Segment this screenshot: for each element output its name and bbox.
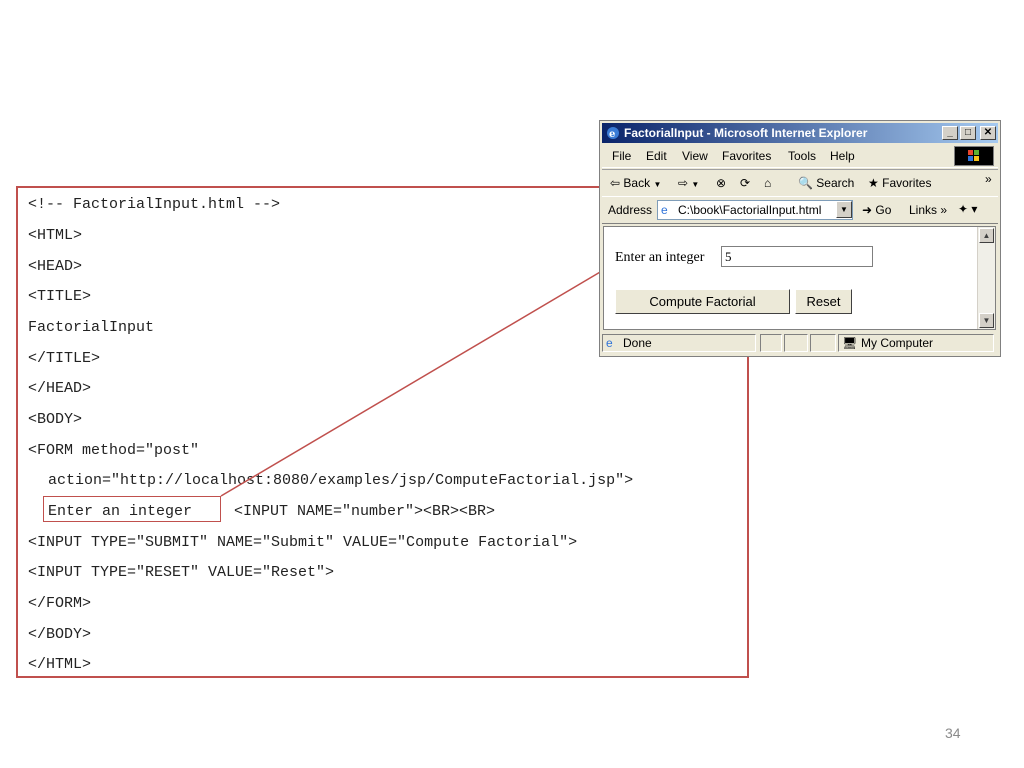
- dropdown-icon: ▼: [653, 180, 662, 189]
- code-line: <INPUT TYPE="RESET" VALUE="Reset">: [28, 564, 335, 581]
- ie-tools-icon[interactable]: ✦ ▾: [958, 202, 977, 216]
- compute-factorial-button[interactable]: Compute Factorial: [615, 289, 790, 314]
- code-line: </BODY>: [28, 626, 92, 643]
- toolbar-overflow[interactable]: »: [985, 172, 992, 186]
- vertical-scrollbar[interactable]: ▲ ▼: [977, 227, 995, 329]
- code-line: <FORM method="post": [28, 442, 200, 459]
- address-dropdown-button[interactable]: ▼: [836, 201, 852, 218]
- menu-bar: File Edit View Favorites Tools Help: [602, 145, 998, 168]
- favorites-button[interactable]: ★ Favorites: [868, 176, 931, 190]
- code-line: <HTML>: [28, 227, 83, 244]
- close-button[interactable]: ✕: [980, 126, 996, 140]
- page-content: Enter an integer 5 Compute Factorial Res…: [603, 226, 996, 330]
- menu-favorites[interactable]: Favorites: [722, 149, 771, 163]
- menu-view[interactable]: View: [682, 149, 708, 163]
- go-button[interactable]: ➜ Go: [862, 203, 891, 217]
- menu-file[interactable]: File: [612, 149, 631, 163]
- my-computer-icon: 🖥: [842, 336, 858, 350]
- links-button[interactable]: Links »: [909, 203, 947, 217]
- code-line: action="http://localhost:8080/examples/j…: [48, 472, 634, 489]
- page-icon: e: [661, 203, 668, 217]
- status-bar: e Done 🖥 My Computer: [602, 333, 998, 354]
- address-label: Address: [608, 203, 653, 217]
- status-cell: [760, 334, 782, 352]
- security-zone: 🖥 My Computer: [838, 334, 994, 352]
- code-line: </TITLE>: [28, 350, 101, 367]
- code-line: <!-- FactorialInput.html -->: [28, 196, 281, 213]
- scroll-down-icon[interactable]: ▼: [979, 313, 994, 328]
- code-line: FactorialInput: [28, 319, 155, 336]
- dropdown-icon: ▼: [691, 180, 700, 189]
- go-arrow-icon: ➜: [862, 203, 873, 217]
- prompt-label: Enter an integer: [615, 250, 705, 265]
- home-icon: ⌂: [764, 176, 772, 190]
- search-icon: 🔍: [798, 176, 813, 190]
- status-cell: [810, 334, 836, 352]
- favorites-icon: ★: [868, 176, 879, 190]
- windows-logo-icon: [954, 146, 994, 166]
- page-done-icon: e: [606, 336, 613, 350]
- refresh-icon: ⟳: [740, 176, 751, 190]
- page-number: 34: [945, 725, 961, 741]
- code-line: <INPUT NAME="number"><BR><BR>: [234, 503, 496, 520]
- code-line: </FORM>: [28, 595, 92, 612]
- stop-icon: ⊗: [716, 176, 727, 190]
- status-cell: [784, 334, 808, 352]
- ie-logo-icon: e: [607, 127, 619, 140]
- code-line: <TITLE>: [28, 288, 92, 305]
- back-button[interactable]: ⇦ Back ▼: [610, 176, 661, 190]
- code-line: <BODY>: [28, 411, 83, 428]
- menu-edit[interactable]: Edit: [646, 149, 667, 163]
- number-input[interactable]: 5: [721, 246, 873, 267]
- refresh-button[interactable]: ⟳: [740, 176, 750, 190]
- code-line: <INPUT TYPE="SUBMIT" NAME="Submit" VALUE…: [28, 534, 578, 551]
- code-line: </HTML>: [28, 656, 92, 673]
- address-bar: Address e C:\book\FactorialInput.html ▼ …: [602, 197, 998, 224]
- code-line: <HEAD>: [28, 258, 83, 275]
- window-title: FactorialInput - Microsoft Internet Expl…: [624, 126, 868, 140]
- highlight-box: [43, 496, 221, 522]
- forward-arrow-icon: ⇨: [678, 176, 689, 190]
- status-text: e Done: [602, 334, 756, 352]
- code-line: </HEAD>: [28, 380, 92, 397]
- browser-window: e FactorialInput - Microsoft Internet Ex…: [599, 120, 1001, 357]
- stop-button[interactable]: ⊗: [716, 176, 726, 190]
- address-input[interactable]: e C:\book\FactorialInput.html: [657, 200, 853, 220]
- menu-tools[interactable]: Tools: [788, 149, 816, 163]
- svg-text:e: e: [609, 129, 615, 140]
- minimize-button[interactable]: _: [942, 126, 958, 140]
- back-arrow-icon: ⇦: [610, 176, 621, 190]
- forward-button[interactable]: ⇨ ▼: [678, 176, 699, 190]
- toolbar: ⇦ Back ▼ ⇨ ▼ ⊗ ⟳ ⌂ 🔍 Search ★ Favorites …: [602, 169, 998, 197]
- home-button[interactable]: ⌂: [764, 176, 771, 190]
- scroll-up-icon[interactable]: ▲: [979, 228, 994, 243]
- menu-help[interactable]: Help: [830, 149, 855, 163]
- search-button[interactable]: 🔍 Search: [798, 176, 854, 190]
- title-bar[interactable]: e FactorialInput - Microsoft Internet Ex…: [602, 123, 998, 143]
- maximize-button[interactable]: □: [960, 126, 976, 140]
- reset-button[interactable]: Reset: [795, 289, 852, 314]
